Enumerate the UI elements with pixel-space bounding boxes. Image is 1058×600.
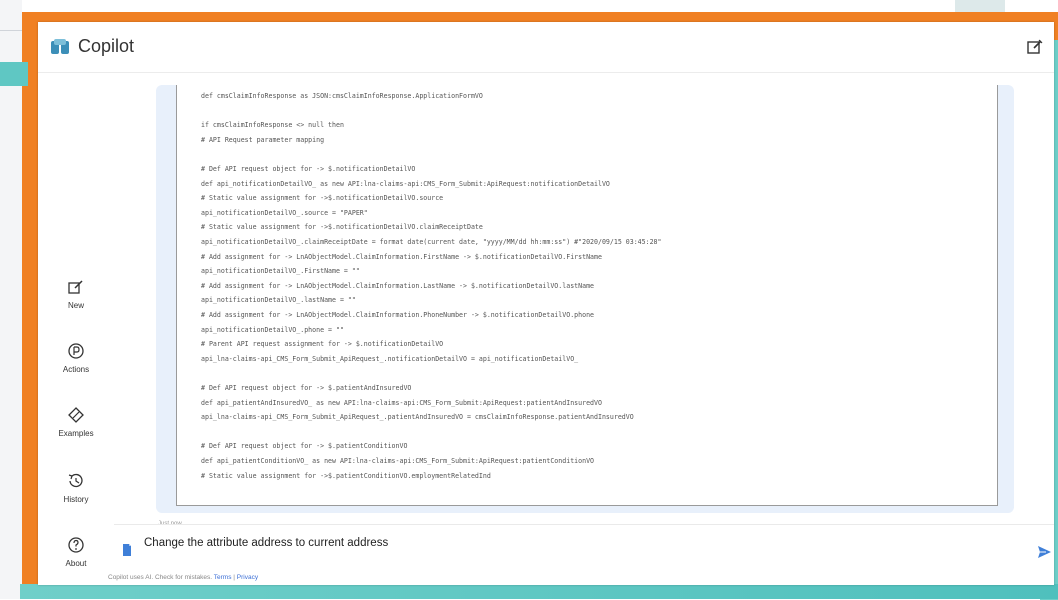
document-icon[interactable] bbox=[122, 543, 132, 557]
footer-separator: | bbox=[233, 574, 235, 581]
sidebar-item-label: History bbox=[63, 495, 89, 504]
code-line: # Static value assignment for ->$.patien… bbox=[201, 471, 491, 480]
code-line: # Add assignment for -> LnAObjectModel.C… bbox=[201, 311, 595, 319]
new-chat-icon[interactable] bbox=[1026, 38, 1044, 56]
sidebar-item-label: About bbox=[65, 559, 87, 568]
copilot-panel: Copilot New Actions Examples History Abo… bbox=[38, 22, 1054, 585]
composer: Change the attribute address to current … bbox=[114, 524, 1054, 573]
sidebar-item-history[interactable]: History bbox=[38, 471, 114, 504]
actions-icon bbox=[68, 343, 84, 359]
background-accent bbox=[0, 62, 28, 86]
copilot-logo-icon bbox=[51, 39, 69, 54]
chat-area: def cmsClaimInfoResponse as JSON:cmsClai… bbox=[120, 73, 1044, 543]
code-line: # Def API request object for -> $.notifi… bbox=[201, 165, 416, 173]
app-title: Copilot bbox=[78, 36, 135, 56]
examples-icon bbox=[68, 407, 84, 423]
chat-input[interactable]: Change the attribute address to current … bbox=[144, 537, 388, 549]
code-line: # Static value assignment for ->$.notifi… bbox=[201, 223, 483, 232]
code-line: api_notificationDetailVO_.FirstName = "" bbox=[201, 267, 360, 276]
assistant-message: def cmsClaimInfoResponse as JSON:cmsClai… bbox=[156, 85, 1014, 513]
terms-link[interactable]: Terms bbox=[214, 574, 232, 581]
sidebar-item-actions[interactable]: Actions bbox=[38, 341, 114, 374]
background-accent-bottom bbox=[20, 584, 1058, 599]
code-line: api_notificationDetailVO_.source = "PAPE… bbox=[201, 208, 368, 217]
send-icon[interactable] bbox=[1036, 544, 1052, 560]
code-line: if cmsClaimInfoResponse <> null then bbox=[201, 121, 344, 130]
background-left-window bbox=[0, 0, 22, 599]
code-line: api_notificationDetailVO_.claimReceiptDa… bbox=[201, 238, 662, 246]
code-line: # Add assignment for -> LnAObjectModel.C… bbox=[201, 252, 602, 261]
code-line: def api_patientAndInsuredVO_ as new API:… bbox=[201, 398, 602, 407]
code-line: # Static value assignment for ->$.notifi… bbox=[201, 194, 444, 203]
code-line: api_lna-claims-api_CMS_Form_Submit_ApiRe… bbox=[201, 413, 634, 422]
code-line: # Def API request object for -> $.patien… bbox=[201, 384, 412, 392]
code-line: def api_patientConditionVO_ as new API:l… bbox=[201, 457, 595, 465]
background-corner bbox=[955, 0, 1005, 12]
code-line: api_lna-claims-api_CMS_Form_Submit_ApiRe… bbox=[201, 354, 579, 363]
history-icon bbox=[68, 473, 83, 488]
background-divider bbox=[0, 10, 22, 31]
sidebar: New Actions Examples History About bbox=[38, 73, 114, 585]
sidebar-item-label: New bbox=[67, 301, 84, 310]
code-line: def api_notificationDetailVO_ as new API… bbox=[201, 179, 610, 188]
header: Copilot bbox=[38, 22, 1054, 73]
code-line: # Def API request object for -> $.patien… bbox=[201, 442, 408, 451]
footer: Copilot uses AI. Check for mistakes. Ter… bbox=[108, 574, 258, 581]
new-chat-icon bbox=[68, 280, 83, 294]
code-block: def cmsClaimInfoResponse as JSON:cmsClai… bbox=[176, 85, 998, 506]
about-icon bbox=[68, 537, 84, 553]
footer-disclaimer: Copilot uses AI. Check for mistakes. bbox=[108, 574, 213, 581]
code-line: # API Request parameter mapping bbox=[201, 135, 325, 144]
sidebar-item-new[interactable]: New bbox=[38, 277, 114, 310]
code-line: # Add assignment for -> LnAObjectModel.C… bbox=[201, 281, 595, 290]
code-line: # Parent API request assignment for -> $… bbox=[201, 340, 444, 349]
code-line: api_notificationDetailVO_.lastName = "" bbox=[201, 296, 356, 305]
privacy-link[interactable]: Privacy bbox=[237, 574, 258, 581]
code-line: api_notificationDetailVO_.phone = "" bbox=[201, 325, 344, 334]
sidebar-item-examples[interactable]: Examples bbox=[38, 405, 114, 438]
code-line: def cmsClaimInfoResponse as JSON:cmsClai… bbox=[201, 92, 483, 100]
sidebar-item-label: Examples bbox=[58, 429, 94, 438]
sidebar-item-label: Actions bbox=[62, 365, 90, 374]
sidebar-item-about[interactable]: About bbox=[38, 535, 114, 568]
